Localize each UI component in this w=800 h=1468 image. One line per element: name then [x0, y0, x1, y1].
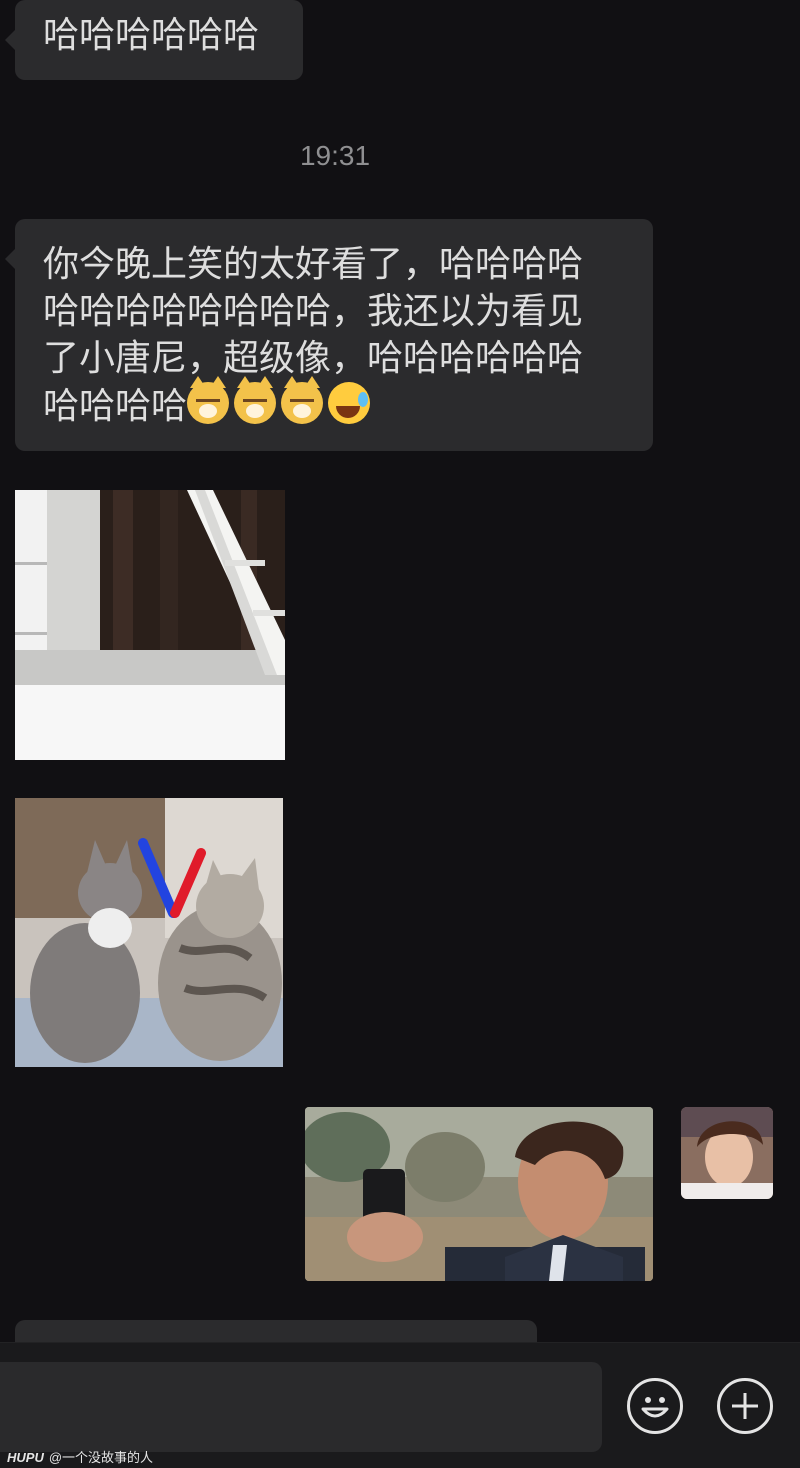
watermark-brand: HUPU [7, 1450, 44, 1465]
cat-face-emoji-icon [234, 376, 277, 424]
message-line: 哈哈哈哈 [43, 386, 188, 427]
incoming-message-bubble[interactable]: 哈哈哈哈哈哈 [5, 0, 303, 80]
man-looking-at-phone-photo[interactable] [305, 1107, 653, 1281]
message-text: 哈哈哈哈哈哈 [43, 15, 260, 56]
chat-screen: 哈哈哈哈哈哈 19:31 你今晚上笑的太好看了，哈哈哈哈 哈哈哈哈哈哈哈哈，我还… [0, 0, 800, 1468]
rolling-laughing-emoji-icon [328, 382, 371, 424]
watermark-user: @一个没故事的人 [48, 1450, 154, 1465]
emoji-button[interactable] [627, 1378, 683, 1434]
room-floor-photo[interactable] [15, 490, 285, 760]
man-looking-at-phone-image [305, 1107, 653, 1281]
plus-icon [732, 1393, 758, 1419]
smiley-icon [641, 1397, 669, 1418]
cats-fighting-image [15, 798, 283, 1067]
message-input[interactable] [0, 1362, 602, 1452]
cat-face-emoji-icon [281, 376, 324, 424]
incoming-message-bubble[interactable]: 你今晚上笑的太好看了，哈哈哈哈 哈哈哈哈哈哈哈哈，我还以为看见 了小唐尼，超级像… [5, 219, 653, 451]
more-button[interactable] [717, 1378, 773, 1434]
watermark: HUPU @一个没故事的人 [7, 1447, 153, 1466]
room-floor-image [15, 490, 285, 760]
avatar-image [681, 1107, 773, 1199]
message-line: 你今晚上笑的太好看了，哈哈哈哈 [43, 244, 584, 285]
message-line-with-emojis: 哈哈哈哈 [43, 376, 633, 430]
message-timestamp: 19:31 [299, 140, 371, 171]
message-line: 了小唐尼，超级像，哈哈哈哈哈哈 [43, 338, 584, 379]
message-line: 哈哈哈哈哈哈哈哈，我还以为看见 [43, 291, 584, 332]
cat-face-emoji-icon [187, 376, 230, 424]
cats-fighting-photo[interactable] [15, 798, 283, 1067]
user-avatar[interactable] [681, 1107, 773, 1199]
